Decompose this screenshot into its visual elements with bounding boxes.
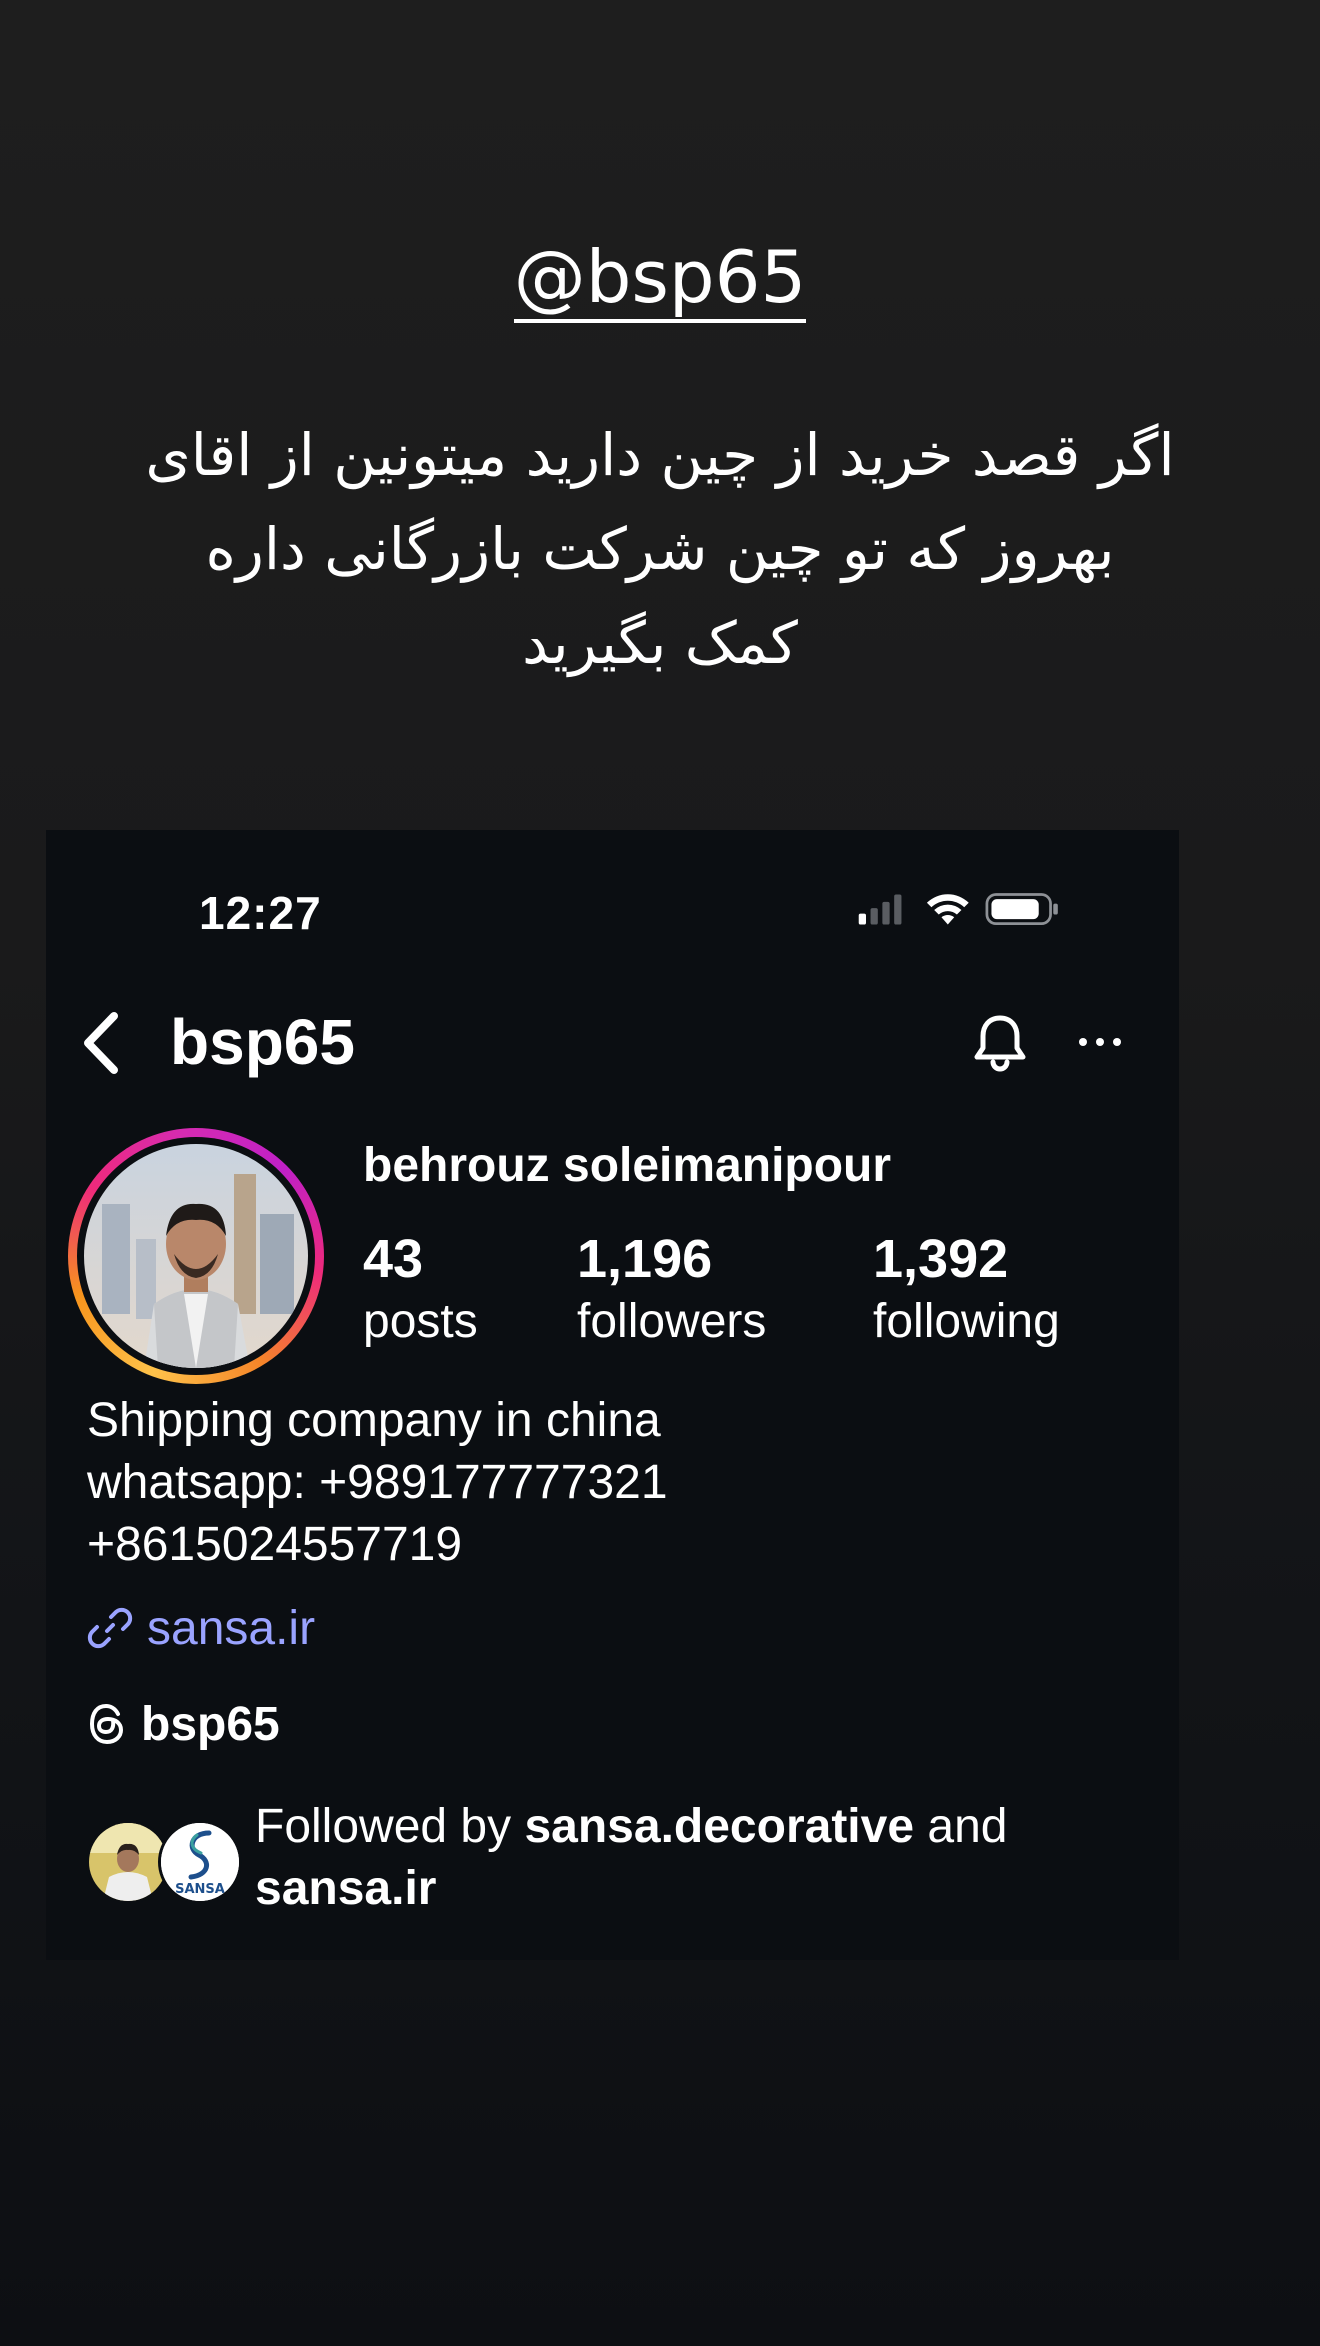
status-bar-time: 12:27 [199, 887, 322, 939]
profile-avatar[interactable] [68, 1128, 324, 1384]
battery-icon [985, 893, 1058, 925]
threads-handle: bsp65 [141, 1697, 280, 1751]
avatar-photo [84, 1144, 308, 1368]
profile-link[interactable]: sansa.ir [87, 1598, 315, 1658]
story-mention-sticker[interactable]: @bsp65 [0, 235, 1320, 323]
link-icon [87, 1607, 133, 1649]
following-count-stat[interactable]: 1,392 following [873, 1228, 1060, 1354]
caption-line: بهروز که تو چین شرکت بازرگانی داره [205, 515, 1115, 583]
caption-line: اگر قصد خرید از چین دارید میتونین از اقا… [145, 421, 1175, 489]
posts-count: 43 [363, 1229, 424, 1289]
cellular-signal-icon [858, 894, 902, 925]
following-label: following [873, 1295, 1060, 1348]
mutual-followers-avatars[interactable]: SANSA [86, 1816, 242, 1904]
story-caption: اگر قصد خرید از چین دارید میتونین از اقا… [120, 408, 1200, 690]
followed-by-user2[interactable]: sansa.ir [255, 1862, 436, 1915]
wifi-icon [926, 894, 969, 925]
followed-by-middle: and [914, 1800, 1008, 1853]
followed-by-text[interactable]: Followed by sansa.decorative and sansa.ir [255, 1796, 1135, 1920]
followed-by-prefix: Followed by [255, 1800, 525, 1853]
sansa-logo-text: SANSA [175, 1882, 225, 1897]
status-bar-icons [858, 893, 1058, 925]
back-chevron-icon[interactable] [76, 1008, 126, 1078]
profile-bio: Shipping company in china whatsapp: +989… [87, 1390, 668, 1576]
followers-count: 1,196 [577, 1229, 713, 1289]
bio-line: Shipping company in china [87, 1394, 661, 1447]
header-username: bsp65 [170, 1006, 355, 1078]
followers-count-stat[interactable]: 1,196 followers [577, 1228, 766, 1354]
followed-by-user1[interactable]: sansa.decorative [524, 1800, 914, 1853]
mention-text[interactable]: @bsp65 [513, 241, 807, 323]
bio-line: whatsapp: +989177777321 [87, 1456, 668, 1509]
followers-label: followers [577, 1295, 767, 1348]
posts-label: posts [363, 1295, 478, 1348]
more-options-icon[interactable] [1076, 1030, 1124, 1054]
bell-icon[interactable] [970, 1012, 1030, 1074]
following-count: 1,392 [873, 1229, 1009, 1289]
profile-full-name: behrouz soleimanipour [363, 1139, 892, 1192]
link-text[interactable]: sansa.ir [147, 1601, 315, 1656]
sansa-logo-avatar: SANSA [158, 1820, 242, 1904]
caption-line: کمک بگیرید [522, 609, 798, 677]
bio-line: +8615024557719 [87, 1518, 463, 1571]
profile-screenshot: 12:27 bsp65 behrouz soleimanipour 43 pos… [46, 830, 1179, 1960]
posts-count-stat[interactable]: 43 posts [363, 1228, 478, 1354]
threads-badge[interactable]: bsp65 [87, 1696, 280, 1752]
threads-icon [89, 1703, 124, 1745]
